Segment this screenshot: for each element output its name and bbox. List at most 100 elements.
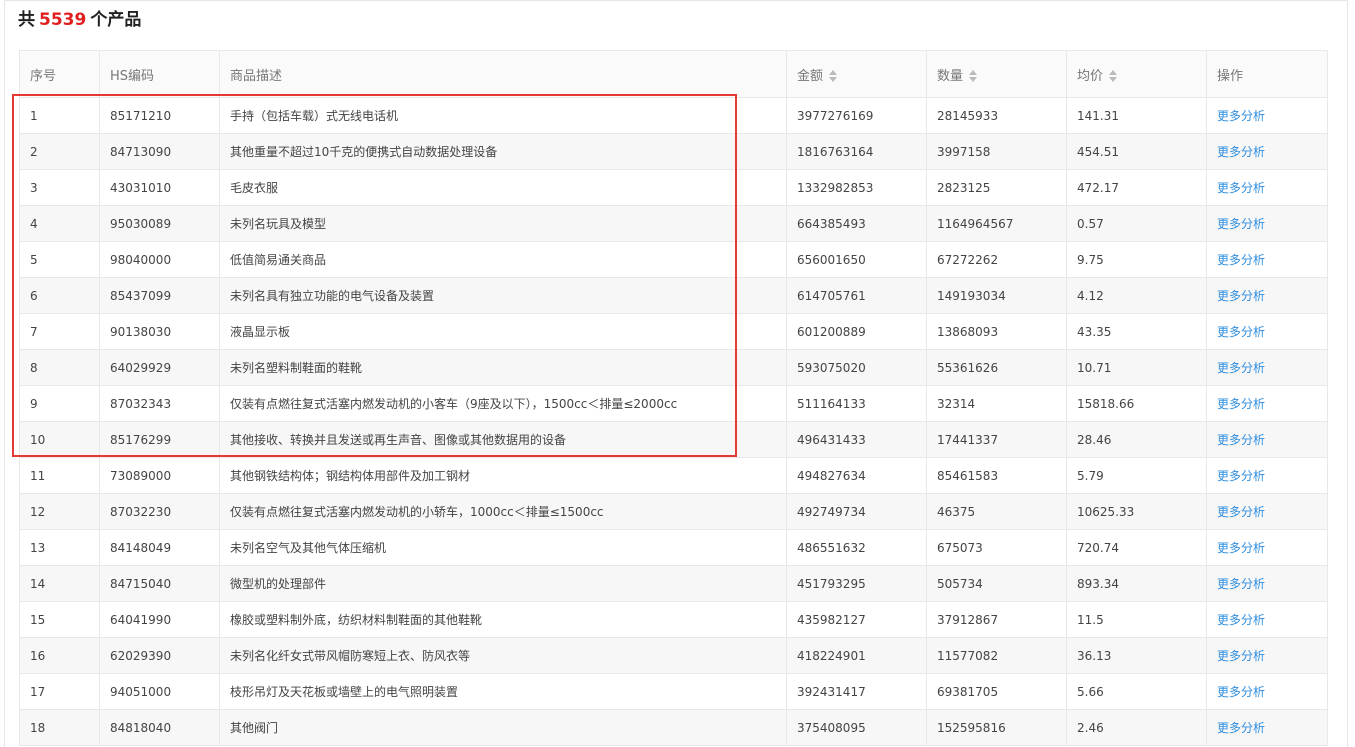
more-analysis-link[interactable]: 更多分析 bbox=[1217, 253, 1265, 267]
more-analysis-link[interactable]: 更多分析 bbox=[1217, 325, 1265, 339]
more-analysis-link[interactable]: 更多分析 bbox=[1217, 397, 1265, 411]
column-header-action: 操作 bbox=[1206, 50, 1328, 98]
table-cell-action: 更多分析 bbox=[1206, 385, 1328, 422]
row-amount: 601200889 bbox=[797, 324, 866, 339]
row-description: 低值简易通关商品 bbox=[230, 253, 327, 267]
table-row: 5 98040000 低值简易通关商品 656001650 67272262 9.75 更多… bbox=[19, 241, 1328, 278]
row-quantity: 152595816 bbox=[937, 720, 1006, 735]
table-cell-description: 其他接收、转换并且发送或再生声音、图像或其他数据用的设备 bbox=[219, 421, 787, 458]
row-quantity: 3997158 bbox=[937, 144, 991, 159]
row-description: 其他重量不超过10千克的便携式自动数据处理设备 bbox=[230, 145, 498, 159]
row-description: 手持（包括车载）式无线电话机 bbox=[230, 109, 399, 123]
row-avg-price: 43.35 bbox=[1077, 324, 1112, 339]
more-analysis-link[interactable]: 更多分析 bbox=[1217, 721, 1265, 735]
table-cell-description: 手持（包括车载）式无线电话机 bbox=[219, 97, 787, 134]
table-cell-index: 15 bbox=[19, 601, 100, 638]
row-hs-code: 62029390 bbox=[110, 648, 172, 663]
row-description: 仅装有点燃往复式活塞内燃发动机的小客车（9座及以下），1500cc＜排量≤200… bbox=[230, 397, 678, 411]
more-analysis-link[interactable]: 更多分析 bbox=[1217, 577, 1265, 591]
table-cell-hs-code: 98040000 bbox=[99, 241, 220, 278]
table-cell-avg-price: 454.51 bbox=[1066, 133, 1207, 170]
table-cell-action: 更多分析 bbox=[1206, 349, 1328, 386]
table-row: 14 84715040 微型机的处理部件 451793295 505734 893.34 更… bbox=[19, 565, 1328, 602]
sort-icon[interactable] bbox=[1109, 70, 1118, 82]
table-cell-action: 更多分析 bbox=[1206, 493, 1328, 530]
table-cell-quantity: 675073 bbox=[926, 529, 1067, 566]
table-row: 18 84818040 其他阀门 375408095 152595816 2.46 更多分析 bbox=[19, 709, 1328, 746]
row-description: 橡胶或塑料制外底，纺织材料制鞋面的其他鞋靴 bbox=[230, 613, 483, 627]
table-cell-quantity: 1164964567 bbox=[926, 205, 1067, 242]
table-cell-action: 更多分析 bbox=[1206, 421, 1328, 458]
table-cell-avg-price: 4.12 bbox=[1066, 277, 1207, 314]
column-header-hs-code: HS编码 bbox=[99, 50, 220, 98]
table-cell-action: 更多分析 bbox=[1206, 637, 1328, 674]
more-analysis-link[interactable]: 更多分析 bbox=[1217, 181, 1265, 195]
more-analysis-link[interactable]: 更多分析 bbox=[1217, 289, 1265, 303]
row-hs-code: 98040000 bbox=[110, 252, 172, 267]
row-index: 11 bbox=[30, 468, 46, 483]
column-header-quantity[interactable]: 数量 bbox=[926, 50, 1067, 98]
table-cell-description: 未列名空气及其他气体压缩机 bbox=[219, 529, 787, 566]
row-avg-price: 9.75 bbox=[1077, 252, 1104, 267]
table-cell-action: 更多分析 bbox=[1206, 241, 1328, 278]
table-cell-action: 更多分析 bbox=[1206, 205, 1328, 242]
table-cell-action: 更多分析 bbox=[1206, 97, 1328, 134]
row-amount: 494827634 bbox=[797, 468, 866, 483]
row-quantity: 675073 bbox=[937, 540, 983, 555]
table-cell-index: 7 bbox=[19, 313, 100, 350]
product-table: 序号 HS编码 商品描述 金额 数量 均价 操作 1 85171210 手持（包括车… bbox=[19, 50, 1328, 746]
row-index: 9 bbox=[30, 396, 38, 411]
row-avg-price: 11.5 bbox=[1077, 612, 1104, 627]
row-index: 2 bbox=[30, 144, 38, 159]
row-description: 其他钢铁结构体；钢结构体用部件及加工钢材 bbox=[230, 469, 471, 483]
table-cell-hs-code: 84818040 bbox=[99, 709, 220, 746]
table-row: 9 87032343 仅装有点燃往复式活塞内燃发动机的小客车（9座及以下），1500… bbox=[19, 385, 1328, 422]
sort-icon[interactable] bbox=[969, 70, 978, 82]
column-header-avg-price[interactable]: 均价 bbox=[1066, 50, 1207, 98]
row-avg-price: 893.34 bbox=[1077, 576, 1119, 591]
more-analysis-link[interactable]: 更多分析 bbox=[1217, 433, 1265, 447]
more-analysis-link[interactable]: 更多分析 bbox=[1217, 217, 1265, 231]
table-row: 12 87032230 仅装有点燃往复式活塞内燃发动机的小轿车，1000cc＜排量≤… bbox=[19, 493, 1328, 530]
more-analysis-link[interactable]: 更多分析 bbox=[1217, 541, 1265, 555]
more-analysis-link[interactable]: 更多分析 bbox=[1217, 109, 1265, 123]
row-avg-price: 720.74 bbox=[1077, 540, 1119, 555]
row-hs-code: 90138030 bbox=[110, 324, 172, 339]
table-cell-amount: 375408095 bbox=[786, 709, 927, 746]
row-description: 未列名空气及其他气体压缩机 bbox=[230, 541, 387, 555]
more-analysis-link[interactable]: 更多分析 bbox=[1217, 145, 1265, 159]
row-description: 其他接收、转换并且发送或再生声音、图像或其他数据用的设备 bbox=[230, 433, 567, 447]
table-cell-hs-code: 64029929 bbox=[99, 349, 220, 386]
more-analysis-link[interactable]: 更多分析 bbox=[1217, 469, 1265, 483]
more-analysis-link[interactable]: 更多分析 bbox=[1217, 505, 1265, 519]
table-cell-amount: 492749734 bbox=[786, 493, 927, 530]
more-analysis-link[interactable]: 更多分析 bbox=[1217, 649, 1265, 663]
column-header-index: 序号 bbox=[19, 50, 100, 98]
table-cell-avg-price: 5.66 bbox=[1066, 673, 1207, 710]
table-cell-index: 3 bbox=[19, 169, 100, 206]
table-cell-index: 14 bbox=[19, 565, 100, 602]
row-index: 5 bbox=[30, 252, 38, 267]
row-index: 4 bbox=[30, 216, 38, 231]
more-analysis-link[interactable]: 更多分析 bbox=[1217, 613, 1265, 627]
row-index: 13 bbox=[30, 540, 46, 555]
table-cell-action: 更多分析 bbox=[1206, 133, 1328, 170]
table-cell-index: 12 bbox=[19, 493, 100, 530]
row-avg-price: 4.12 bbox=[1077, 288, 1104, 303]
table-cell-hs-code: 64041990 bbox=[99, 601, 220, 638]
row-index: 18 bbox=[30, 720, 46, 735]
row-amount: 418224901 bbox=[797, 648, 866, 663]
table-cell-description: 未列名化纤女式带风帽防寒短上衣、防风衣等 bbox=[219, 637, 787, 674]
more-analysis-link[interactable]: 更多分析 bbox=[1217, 361, 1265, 375]
row-hs-code: 84713090 bbox=[110, 144, 172, 159]
table-cell-description: 未列名塑料制鞋面的鞋靴 bbox=[219, 349, 787, 386]
row-hs-code: 94051000 bbox=[110, 684, 172, 699]
table-cell-index: 9 bbox=[19, 385, 100, 422]
sort-icon[interactable] bbox=[829, 70, 838, 82]
column-header-amount[interactable]: 金额 bbox=[786, 50, 927, 98]
table-cell-avg-price: 36.13 bbox=[1066, 637, 1207, 674]
more-analysis-link[interactable]: 更多分析 bbox=[1217, 685, 1265, 699]
table-cell-amount: 656001650 bbox=[786, 241, 927, 278]
row-avg-price: 141.31 bbox=[1077, 108, 1119, 123]
column-header-description: 商品描述 bbox=[219, 50, 787, 98]
